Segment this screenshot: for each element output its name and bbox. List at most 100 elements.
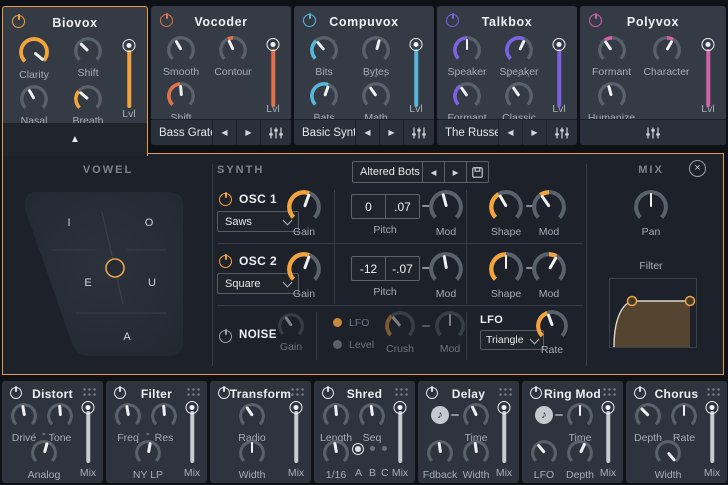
knob-clarity[interactable]: Clarity [7, 33, 61, 81]
knob-filter-type[interactable]: NY LP [126, 440, 170, 481]
close-icon[interactable]: × [689, 160, 706, 177]
drag-handle-icon[interactable] [707, 388, 720, 396]
osc1-gain-knob[interactable] [287, 190, 321, 224]
osc2-shape-mod-knob[interactable] [532, 252, 566, 286]
power-icon[interactable] [322, 387, 334, 399]
knob-bits[interactable]: Bits [298, 32, 350, 78]
save-icon[interactable] [466, 162, 488, 182]
preset-prev-button[interactable]: ◀ [212, 120, 236, 145]
vowel-pad[interactable]: I O E U A [21, 192, 183, 356]
seq-a-radio[interactable] [352, 443, 364, 455]
mix-slider[interactable]: Mix [283, 401, 309, 481]
mixer-icon[interactable] [260, 120, 291, 145]
knob-classic[interactable]: Classic [493, 78, 545, 124]
level-slider[interactable]: Lvl [120, 39, 138, 120]
filter-curve-display[interactable] [609, 278, 697, 348]
power-icon[interactable] [218, 387, 230, 399]
lfo-wave-select[interactable]: Triangle [480, 330, 544, 350]
power-icon[interactable] [530, 387, 542, 399]
osc1-pitch-semi[interactable]: 0 [352, 195, 385, 218]
preset-next-button[interactable]: ▶ [444, 162, 466, 182]
preset-next-button[interactable]: ▶ [236, 120, 260, 145]
drag-handle-icon[interactable] [291, 388, 304, 396]
level-slider[interactable]: Lvl [264, 38, 282, 115]
noise-mod-knob[interactable] [435, 311, 465, 341]
knob-smooth[interactable]: Smooth [155, 32, 207, 78]
knob-breath[interactable]: Breath [61, 81, 115, 127]
noise-gain-knob[interactable] [278, 313, 304, 339]
filter-node-left[interactable] [628, 297, 637, 306]
vowel-cursor[interactable] [106, 259, 124, 277]
collapse-button[interactable]: ▲ [3, 123, 147, 156]
preset-name[interactable]: Bass Grater [151, 120, 212, 145]
preset-name[interactable]: Basic Syntax [294, 120, 355, 145]
knob-nasal[interactable]: Nasal [7, 81, 61, 127]
knob-width[interactable]: Width [646, 440, 690, 481]
power-icon[interactable] [589, 14, 602, 27]
knob-humanize[interactable]: Humanize [584, 78, 639, 124]
knob-math[interactable]: Math [350, 78, 402, 124]
preset-name[interactable]: The Russell [437, 120, 498, 145]
knob-bats[interactable]: Bats [298, 78, 350, 124]
osc1-shape-mod-knob[interactable] [532, 190, 566, 224]
preset-prev-button[interactable]: ◀ [422, 162, 444, 182]
preset-prev-button[interactable]: ◀ [355, 120, 379, 145]
mix-slider[interactable]: Mix [699, 401, 725, 481]
pan-knob[interactable] [634, 190, 668, 224]
mix-slider[interactable]: Mix [387, 401, 413, 481]
knob-speaker-1[interactable]: Speaker [441, 32, 493, 78]
mix-slider[interactable]: Mix [179, 401, 205, 481]
mixer-icon[interactable] [403, 120, 434, 145]
noise-power-icon[interactable] [219, 330, 232, 343]
preset-next-button[interactable]: ▶ [379, 120, 403, 145]
knob-shift[interactable]: Shift [61, 33, 115, 81]
level-slider[interactable]: Lvl [699, 38, 717, 115]
tempo-sync-note-icon[interactable]: ♪ [535, 406, 553, 424]
filter-node-right[interactable] [686, 297, 695, 306]
power-icon[interactable] [114, 387, 126, 399]
osc1-power-icon[interactable] [219, 193, 232, 206]
knob-analog[interactable]: Analog [22, 440, 66, 481]
knob-shift[interactable]: Shift [155, 78, 207, 124]
osc1-pitch-fine[interactable]: .07 [385, 195, 419, 218]
drag-handle-icon[interactable] [187, 388, 200, 396]
tempo-sync-note-icon[interactable]: ♪ [431, 406, 449, 424]
drag-handle-icon[interactable] [395, 388, 408, 396]
mix-slider[interactable]: Mix [491, 401, 517, 481]
seq-b-radio[interactable] [370, 446, 375, 451]
mixer-icon[interactable] [546, 120, 577, 145]
power-icon[interactable] [634, 387, 646, 399]
drag-handle-icon[interactable] [499, 388, 512, 396]
osc1-pitch-mod-knob[interactable] [429, 190, 463, 224]
osc2-power-icon[interactable] [219, 255, 232, 268]
osc2-pitch-fine[interactable]: -.07 [385, 257, 419, 280]
power-icon[interactable] [303, 14, 316, 27]
knob-width[interactable]: Width [230, 440, 274, 481]
osc2-gain-knob[interactable] [287, 252, 321, 286]
osc2-shape-knob[interactable] [489, 252, 523, 286]
knob-formant[interactable]: Formant [584, 32, 639, 78]
osc1-pitch-boxes[interactable]: 0 .07 [351, 194, 420, 219]
power-icon[interactable] [12, 15, 25, 28]
knob-character[interactable]: Character [639, 32, 694, 78]
knob-radio[interactable]: Radio [230, 403, 274, 444]
mix-slider[interactable]: Mix [75, 401, 101, 481]
power-icon[interactable] [426, 387, 438, 399]
knob-speaker-2[interactable]: Speaker [493, 32, 545, 78]
power-icon[interactable] [10, 387, 22, 399]
noise-crush-knob[interactable] [385, 311, 415, 341]
osc2-pitch-mod-knob[interactable] [429, 252, 463, 286]
osc2-pitch-boxes[interactable]: -12 -.07 [351, 256, 420, 281]
knob-bytes[interactable]: Bytes [350, 32, 402, 78]
noise-lfo-radio[interactable] [333, 318, 342, 327]
knob-contour[interactable]: Contour [207, 32, 259, 78]
lfo-rate-knob[interactable] [536, 310, 568, 342]
mix-slider[interactable]: Mix [595, 401, 621, 481]
drag-handle-icon[interactable] [83, 388, 96, 396]
preset-next-button[interactable]: ▶ [522, 120, 546, 145]
synth-preset-name[interactable]: Altered Bots [353, 162, 422, 182]
drag-handle-icon[interactable] [603, 388, 616, 396]
noise-level-radio[interactable] [333, 340, 342, 349]
osc1-shape-knob[interactable] [489, 190, 523, 224]
level-slider[interactable]: Lvl [550, 38, 568, 115]
